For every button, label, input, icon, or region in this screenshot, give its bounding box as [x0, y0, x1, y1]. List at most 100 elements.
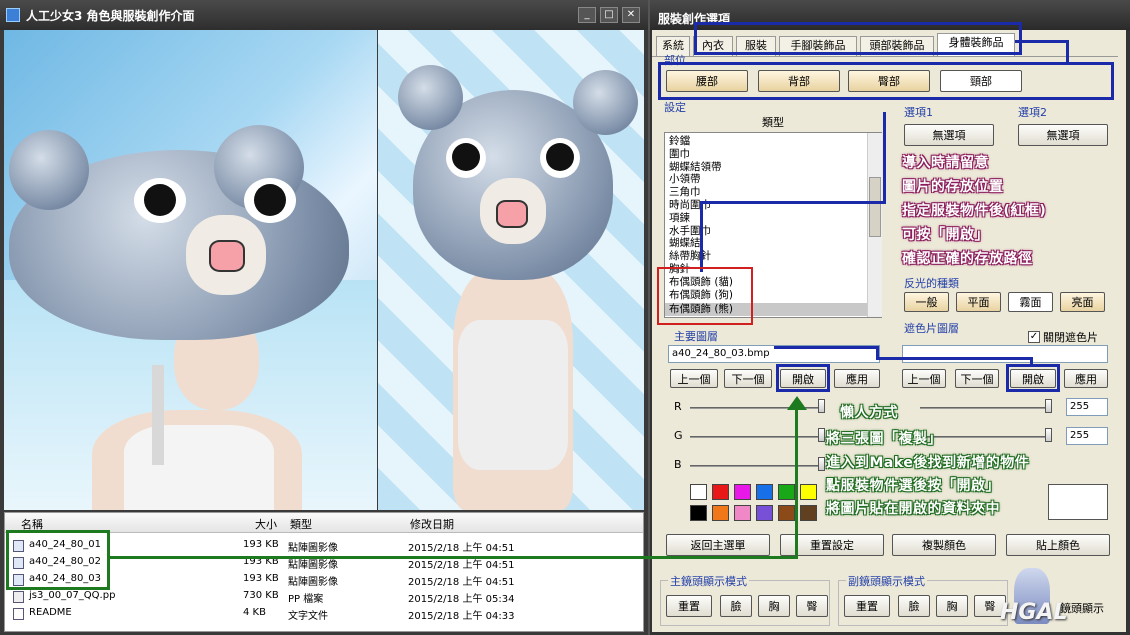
main-cam-face-button[interactable]: 臉 — [720, 595, 752, 617]
note-purple-line: 指定服裝物件後(紅框) — [902, 203, 1047, 219]
main-cam-hip-button[interactable]: 臀 — [796, 595, 828, 617]
text-file-icon — [13, 608, 24, 620]
col-type[interactable]: 類型 — [290, 516, 312, 532]
list-item[interactable]: 蝴蝶結 — [669, 237, 701, 250]
r-label: R — [674, 400, 682, 413]
paste-color-button[interactable]: 貼上顏色 — [1006, 534, 1110, 556]
connector-line — [700, 204, 703, 272]
note-green-line: 懶人方式 — [840, 405, 898, 421]
bear-eye-right — [244, 178, 296, 223]
color-swatch[interactable] — [712, 505, 729, 521]
settings-label: 設定 — [664, 101, 686, 114]
color-swatch[interactable] — [712, 484, 729, 500]
color-swatch[interactable] — [800, 484, 817, 500]
color-swatch[interactable] — [778, 484, 795, 500]
r-slider-thumb[interactable] — [818, 399, 825, 413]
close-button[interactable]: ✕ — [622, 7, 640, 23]
reflect-flat-button[interactable]: 平面 — [956, 292, 1001, 312]
b-label: B — [674, 458, 682, 471]
color-swatch[interactable] — [734, 484, 751, 500]
sub-cam-chest-button[interactable]: 胸 — [936, 595, 968, 617]
file-icon — [13, 591, 24, 603]
character-swimsuit — [124, 425, 274, 510]
mask-prev-button[interactable]: 上一個 — [902, 369, 946, 388]
g-label: G — [674, 429, 683, 442]
viewport-main[interactable] — [4, 30, 377, 510]
list-item[interactable]: 三角巾 — [669, 186, 701, 199]
highlight-parts-box — [658, 62, 1114, 100]
mask-r-slider-thumb[interactable] — [1045, 399, 1052, 413]
g-slider[interactable] — [690, 436, 824, 438]
bear-ear-left — [398, 65, 463, 130]
reflect-normal-button[interactable]: 一般 — [904, 292, 949, 312]
color-swatch[interactable] — [734, 505, 751, 521]
highlight-main-open — [776, 364, 830, 392]
note-purple-line: 圖片的存放位置 — [902, 179, 1004, 195]
color-swatch[interactable] — [756, 505, 773, 521]
app-icon — [6, 8, 20, 22]
close-mask-checkbox[interactable]: ✓ — [1028, 331, 1040, 343]
connector-line — [1015, 40, 1069, 43]
reflect-gloss-button[interactable]: 亮面 — [1060, 292, 1105, 312]
mask-g-slider-thumb[interactable] — [1045, 428, 1052, 442]
b-slider[interactable] — [690, 465, 824, 467]
file-row[interactable]: js3_00_07_QQ.pp 730 KB PP 檔案 2015/2/18 上午 0… — [5, 588, 643, 605]
bear-ear-left — [9, 130, 89, 210]
main-apply-button[interactable]: 應用 — [834, 369, 880, 388]
mask-color-preview — [1048, 484, 1108, 520]
note-purple-line: 導入時請留意 — [902, 155, 989, 171]
reflect-matte-button[interactable]: 霧面 — [1008, 292, 1053, 312]
color-swatch[interactable] — [690, 484, 707, 500]
col-date[interactable]: 修改日期 — [410, 516, 454, 532]
sub-cam-reset-button[interactable]: 重置 — [844, 595, 890, 617]
bear-mouth — [496, 200, 528, 228]
col-size[interactable]: 大小 — [255, 516, 277, 532]
maximize-button[interactable]: □ — [600, 7, 618, 23]
mask-r-value[interactable]: 255 — [1066, 398, 1108, 416]
bear-eye-left — [134, 178, 186, 223]
sub-cam-face-button[interactable]: 臉 — [898, 595, 930, 617]
main-camera-label: 主鏡頭顯示模式 — [668, 573, 749, 589]
mask-next-button[interactable]: 下一個 — [955, 369, 999, 388]
b-slider-thumb[interactable] — [818, 457, 825, 471]
main-cam-reset-button[interactable]: 重置 — [666, 595, 712, 617]
main-next-button[interactable]: 下一個 — [724, 369, 772, 388]
list-item[interactable]: 項鍊 — [669, 212, 690, 225]
main-prev-button[interactable]: 上一個 — [670, 369, 718, 388]
list-item[interactable]: 絲帶胸針 — [669, 250, 711, 263]
option1-label: 選項1 — [904, 106, 933, 119]
watermark-logo: HGAL — [1000, 600, 1068, 625]
connector-line — [1066, 40, 1069, 64]
main-layer-label: 主要圖層 — [674, 330, 718, 343]
sub-camera-label: 副鏡頭顯示模式 — [846, 573, 927, 589]
mask-apply-button[interactable]: 應用 — [1064, 369, 1108, 388]
viewport-secondary[interactable] — [378, 30, 644, 510]
bear-eye-right — [540, 138, 580, 178]
list-item[interactable]: 鈴鐺 — [669, 135, 690, 148]
color-swatch[interactable] — [800, 505, 817, 521]
minimize-button[interactable]: _ — [578, 7, 596, 23]
left-window-title: 人工少女3 角色與服裝創作介面 — [26, 8, 195, 23]
color-swatch[interactable] — [690, 505, 707, 521]
arrow-up-icon — [787, 396, 807, 410]
option1-button[interactable]: 無選項 — [904, 124, 994, 146]
copy-color-button[interactable]: 複製顏色 — [892, 534, 996, 556]
list-item[interactable]: 水手圍巾 — [669, 225, 711, 238]
highlight-selected-item — [657, 267, 753, 325]
mask-layer-file-input[interactable] — [902, 345, 1108, 363]
option2-button[interactable]: 無選項 — [1018, 124, 1108, 146]
back-main-button[interactable]: 返回主選單 — [666, 534, 770, 556]
list-item[interactable]: 小領帶 — [669, 173, 701, 186]
g-slider-thumb[interactable] — [818, 428, 825, 442]
main-cam-chest-button[interactable]: 胸 — [758, 595, 790, 617]
file-row[interactable]: README 4 KB 文字文件 2015/2/18 上午 04:33 — [5, 605, 643, 622]
left-title-bar: 人工少女3 角色與服裝創作介面 — [0, 0, 648, 30]
character-swimsuit — [458, 320, 568, 470]
color-swatch[interactable] — [778, 505, 795, 521]
list-item[interactable]: 圍巾 — [669, 148, 690, 161]
highlight-type-area — [700, 112, 886, 204]
color-swatch[interactable] — [756, 484, 773, 500]
mask-layer-label: 遮色片圖層 — [904, 322, 959, 335]
mask-r-slider[interactable] — [920, 407, 1052, 409]
mask-g-value[interactable]: 255 — [1066, 427, 1108, 445]
